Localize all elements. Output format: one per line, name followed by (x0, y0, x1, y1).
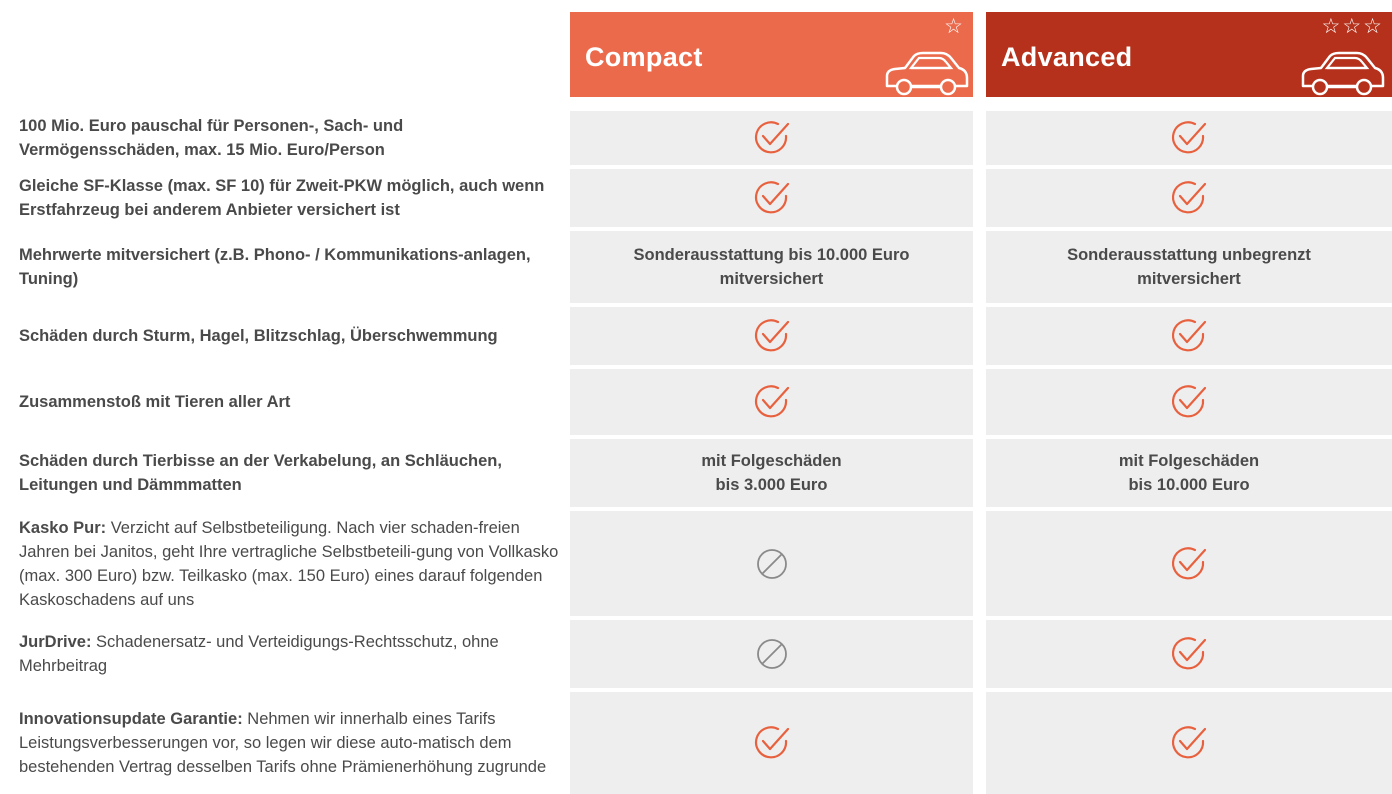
table-row: Kasko Pur: Verzicht auf Selbstbeteiligun… (0, 511, 1392, 616)
feature-label: Schäden durch Tierbisse an der Verkabelu… (19, 439, 564, 507)
feature-label-bold: Gleiche SF-Klasse (max. SF 10) für Zweit… (19, 177, 545, 219)
feature-label: 100 Mio. Euro pauschal für Personen-, Sa… (19, 111, 564, 165)
cell-compact (570, 620, 973, 688)
cell-advanced (986, 511, 1392, 616)
check-icon (1171, 121, 1207, 154)
check-icon (754, 726, 789, 759)
table-row: Mehrwerte mitversichert (z.B. Phono- / K… (0, 231, 1392, 303)
car-icon (885, 51, 969, 96)
car-icon (1301, 51, 1385, 96)
table-row: 100 Mio. Euro pauschal für Personen-, Sa… (0, 111, 1392, 165)
cell-compact (570, 111, 973, 165)
feature-label-bold: Kasko Pur: (19, 518, 107, 537)
tariff-header-compact: Compact ☆ (570, 12, 973, 97)
cell-advanced (986, 307, 1392, 365)
feature-label: Kasko Pur: Verzicht auf Selbstbeteiligun… (19, 511, 564, 616)
tariff-name-advanced: Advanced (1001, 42, 1133, 72)
check-icon (1171, 385, 1207, 418)
not-included-icon (756, 548, 787, 579)
check-icon (754, 385, 789, 418)
check-icon (754, 121, 789, 154)
tariff-name-compact: Compact (585, 42, 703, 72)
cell-text: Sonderausstattung bis 10.000 Euro mitvers… (634, 243, 910, 291)
table-row: Schäden durch Sturm, Hagel, Blitzschlag,… (0, 307, 1392, 365)
feature-label-bold: 100 Mio. Euro pauschal für Personen-, Sa… (19, 117, 404, 159)
table-row: Gleiche SF-Klasse (max. SF 10) für Zweit… (0, 169, 1392, 227)
check-icon (1171, 726, 1207, 759)
cell-text-line: mitversichert (719, 270, 824, 288)
feature-label: Mehrwerte mitversichert (z.B. Phono- / K… (19, 231, 564, 303)
check-icon (754, 181, 789, 214)
feature-label-bold: Schäden durch Sturm, Hagel, Blitzschlag,… (19, 327, 498, 345)
cell-advanced (986, 692, 1392, 794)
check-icon (1171, 181, 1207, 214)
check-icon (1171, 319, 1207, 352)
cell-text-line: mitversichert (1137, 270, 1241, 288)
cell-compact: mit Folgeschäden bis 3.000 Euro (570, 439, 973, 507)
feature-label-text: Schadenersatz- und Verteidigungs-Rechtss… (19, 633, 499, 675)
feature-label-bold: JurDrive: (19, 633, 92, 651)
cell-compact: Sonderausstattung bis 10.000 Euro mitvers… (570, 231, 973, 303)
cell-text: Sonderausstattung unbegrenzt mitversicher… (1067, 243, 1311, 291)
feature-label-bold: Innovationsupdate Garantie: (19, 710, 243, 728)
table-row: Schäden durch Tierbisse an der Verkabelu… (0, 439, 1392, 507)
feature-label-bold: Schäden durch Tierbisse an der Verkabelu… (19, 452, 502, 494)
table-row: JurDrive: Schadenersatz- und Verteidigun… (0, 620, 1392, 688)
feature-label: Schäden durch Sturm, Hagel, Blitzschlag,… (19, 307, 564, 365)
star-rating-icon: ☆☆☆ (1321, 15, 1384, 38)
check-icon (754, 319, 789, 352)
cell-advanced (986, 620, 1392, 688)
feature-label: Innovationsupdate Garantie: Nehmen wir i… (19, 692, 564, 794)
table-row: Zusammenstoß mit Tieren aller Art (0, 369, 1392, 435)
cell-advanced (986, 169, 1392, 227)
tariff-header-advanced: Advanced ☆☆☆ (986, 12, 1392, 97)
not-included-icon (756, 639, 787, 669)
check-icon (1171, 546, 1207, 579)
cell-text: mit Folgeschäden bis 10.000 Euro (1119, 449, 1259, 497)
check-icon (1171, 637, 1207, 670)
table-row: Innovationsupdate Garantie: Nehmen wir i… (0, 692, 1392, 794)
cell-compact (570, 169, 973, 227)
cell-advanced: Sonderausstattung unbegrenzt mitversicher… (986, 231, 1392, 303)
cell-text-line: Sonderausstattung bis 10.000 Euro (633, 246, 910, 264)
cell-compact (570, 307, 973, 365)
star-rating-icon: ☆ (944, 15, 965, 38)
cell-advanced (986, 369, 1392, 435)
cell-text-line: bis 3.000 Euro (715, 476, 828, 494)
feature-label: Zusammenstoß mit Tieren aller Art (19, 369, 564, 435)
cell-compact (570, 369, 973, 435)
feature-label: JurDrive: Schadenersatz- und Verteidigun… (19, 620, 564, 688)
feature-label-bold: Zusammenstoß mit Tieren aller Art (19, 393, 291, 411)
cell-advanced: mit Folgeschäden bis 10.000 Euro (986, 439, 1392, 507)
cell-text-line: Sonderausstattung unbegrenzt (1067, 246, 1311, 264)
cell-text-line: bis 10.000 Euro (1128, 476, 1250, 494)
cell-advanced (986, 111, 1392, 165)
cell-text: mit Folgeschäden bis 3.000 Euro (701, 449, 841, 497)
cell-text-line: mit Folgeschäden (701, 452, 842, 470)
cell-compact (570, 692, 973, 794)
feature-label-bold: Mehrwerte mitversichert (z.B. Phono- / K… (19, 246, 531, 288)
cell-compact (570, 511, 973, 616)
cell-text-line: mit Folgeschäden (1118, 452, 1260, 470)
feature-label: Gleiche SF-Klasse (max. SF 10) für Zweit… (19, 169, 564, 227)
